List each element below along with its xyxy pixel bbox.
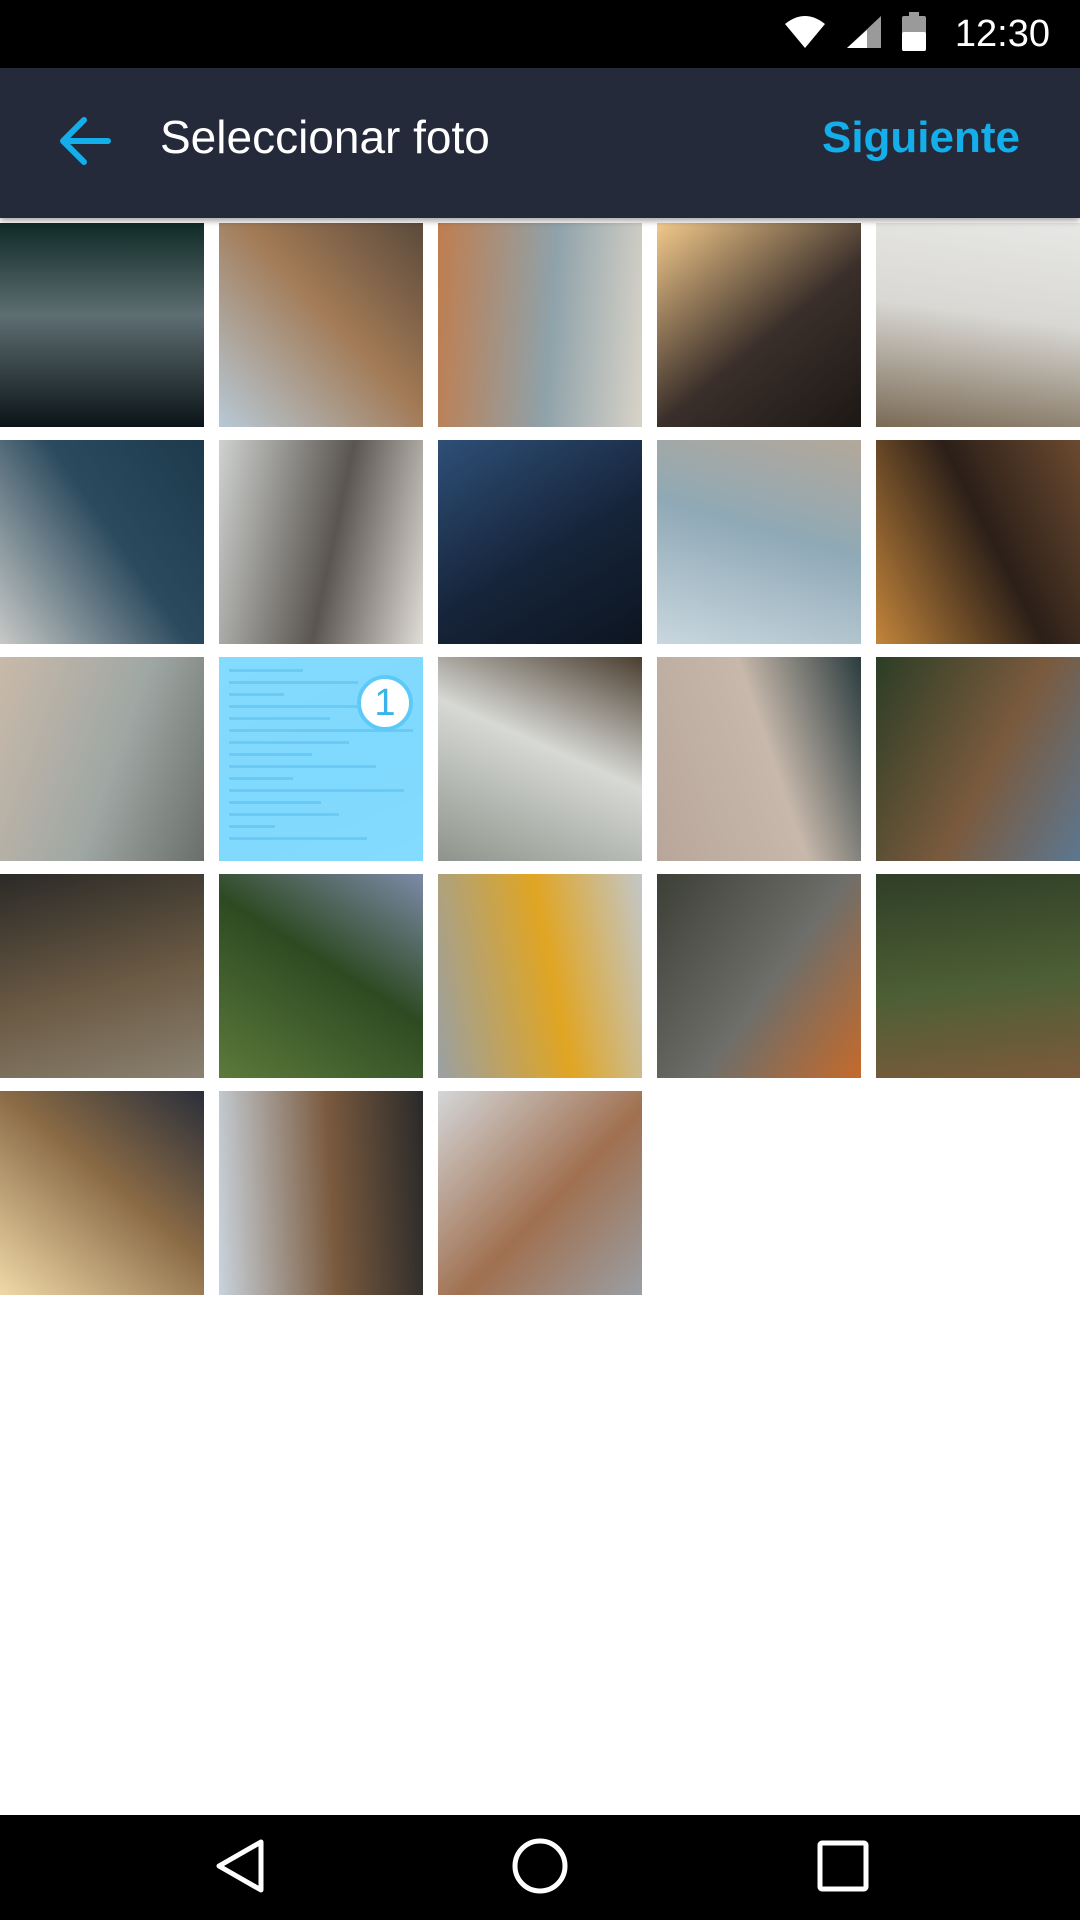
photo-ocean-wave[interactable]	[0, 223, 204, 427]
photo-grid: 1	[0, 223, 1080, 1295]
photo-thumbnail	[876, 657, 1080, 861]
photo-thumbnail	[438, 1091, 642, 1295]
photo-lantern-night[interactable]	[438, 440, 642, 644]
photo-woman-beach[interactable]	[219, 440, 423, 644]
photo-forest-path[interactable]	[876, 874, 1080, 1078]
photo-thumbnail	[0, 223, 204, 427]
photo-couple-sunset[interactable]	[657, 223, 861, 427]
photo-thumbnail	[438, 657, 642, 861]
photo-dog-cafe[interactable]	[438, 223, 642, 427]
photo-document-screenshot[interactable]: 1	[219, 657, 423, 861]
photo-woman-sunglasses[interactable]	[657, 657, 861, 861]
battery-icon	[901, 11, 927, 57]
photo-thumbnail	[438, 440, 642, 644]
photo-person-laptop-garden[interactable]	[219, 874, 423, 1078]
wifi-icon	[783, 14, 827, 55]
back-triangle-icon	[211, 1836, 271, 1901]
photo-thumbnail	[438, 223, 642, 427]
nav-back-button[interactable]	[206, 1833, 276, 1903]
cell-signal-icon	[845, 14, 883, 55]
photo-thumbnail	[219, 223, 423, 427]
next-button[interactable]: Siguiente	[822, 68, 1020, 218]
photo-thumbnail	[0, 657, 204, 861]
photo-rocky-coast[interactable]	[438, 657, 642, 861]
photo-yellow-raincoat[interactable]	[438, 874, 642, 1078]
status-icons: 12:30	[783, 0, 1050, 68]
photo-thumbnail	[0, 874, 204, 1078]
arrow-back-icon	[58, 116, 112, 171]
photo-thumbnail	[219, 440, 423, 644]
back-button[interactable]	[40, 98, 130, 188]
photo-thumbnail	[657, 440, 861, 644]
photo-thumbnail	[219, 1091, 423, 1295]
photo-thumbnail	[876, 223, 1080, 427]
photo-thumbnail	[657, 874, 861, 1078]
photo-wet-road-city[interactable]	[438, 1091, 642, 1295]
app-bar: Seleccionar foto Siguiente	[0, 68, 1080, 218]
photo-thumbnail	[876, 440, 1080, 644]
nav-recents-button[interactable]	[808, 1833, 878, 1903]
photo-thumbnail	[657, 223, 861, 427]
photo-woman-hat-forest[interactable]	[876, 657, 1080, 861]
photo-curved-building[interactable]	[876, 440, 1080, 644]
photo-thumbnail	[438, 874, 642, 1078]
system-nav-bar	[0, 1815, 1080, 1920]
photo-man-walking-street[interactable]	[876, 223, 1080, 427]
photo-thumbnail	[876, 874, 1080, 1078]
photo-thumbnail	[0, 440, 204, 644]
photo-thumbnail	[0, 1091, 204, 1295]
photo-surfer[interactable]	[657, 440, 861, 644]
photo-mountain-landscape[interactable]	[219, 1091, 423, 1295]
photo-thumbnail	[219, 874, 423, 1078]
status-bar: 12:30	[0, 0, 1080, 68]
photo-subway-station[interactable]	[0, 874, 204, 1078]
photo-city-skyscrapers[interactable]	[219, 223, 423, 427]
nav-home-button[interactable]	[505, 1833, 575, 1903]
photo-man-drinking-coffee[interactable]	[0, 440, 204, 644]
selection-count-badge: 1	[357, 675, 413, 731]
photo-father-child[interactable]	[0, 657, 204, 861]
page-title: Seleccionar foto	[160, 111, 490, 163]
photo-road-aerial[interactable]	[657, 874, 861, 1078]
home-circle-icon	[510, 1836, 570, 1901]
status-time: 12:30	[954, 12, 1050, 55]
photo-thumbnail	[657, 657, 861, 861]
photo-man-sunlight[interactable]	[0, 1091, 204, 1295]
recents-square-icon	[813, 1836, 873, 1901]
